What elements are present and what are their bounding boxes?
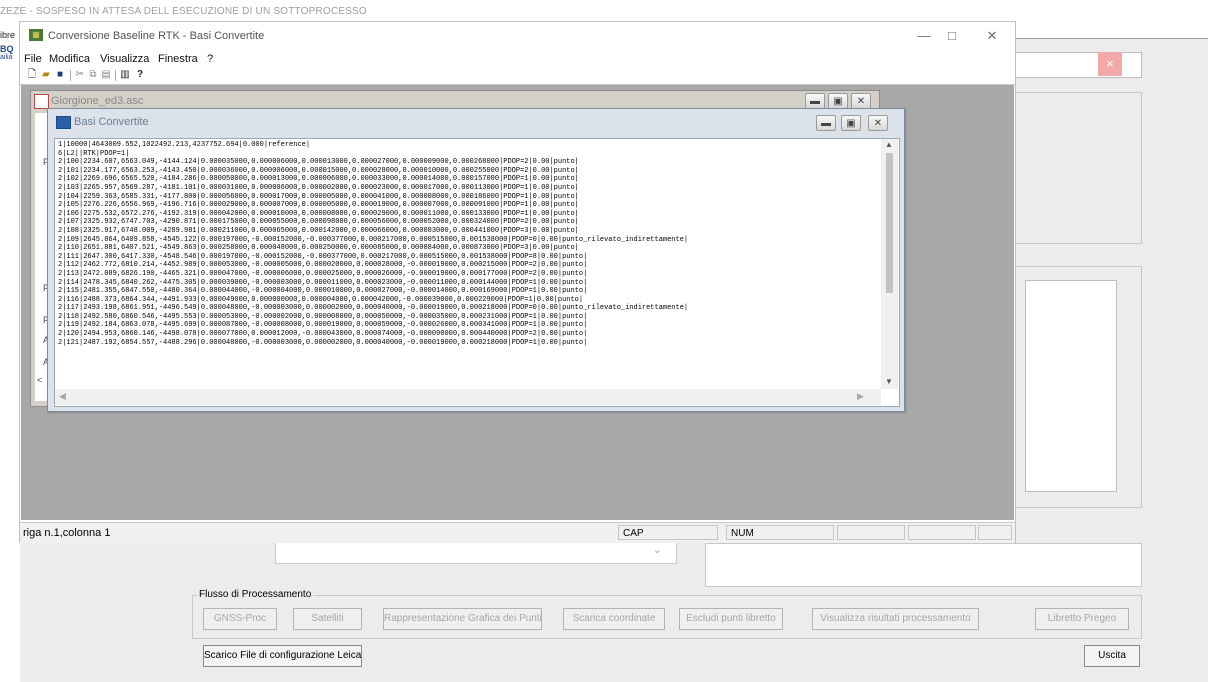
basi-title: Basi Convertite <box>74 116 149 128</box>
text-line: 2|103|2265.957,6569.287,-4181.101|0.0000… <box>58 183 579 192</box>
close-icon[interactable]: ✕ <box>851 93 871 109</box>
background-search-field[interactable] <box>1015 52 1142 78</box>
scroll-down-icon[interactable]: ▼ <box>885 377 893 386</box>
status-pane <box>908 525 976 540</box>
window-title: Conversione Baseline RTK - Basi Converti… <box>48 30 265 42</box>
uscita-button[interactable]: Uscita <box>1084 645 1140 667</box>
scroll-right-icon[interactable]: ▶ <box>857 391 864 402</box>
background-frame-line <box>1015 38 1208 39</box>
maximize-icon[interactable]: ▣ <box>841 115 861 131</box>
main-titlebar[interactable]: ▦ Conversione Baseline RTK - Basi Conver… <box>20 22 1015 50</box>
minimize-icon[interactable]: ▬ <box>805 93 825 109</box>
toolbar: 🗋 ▰ ■ ✂ ⧉ ▤ ▥ ? <box>20 67 1015 85</box>
visualizza-risultati-button[interactable]: Visualizza risultati processamento <box>812 608 979 630</box>
background-right-panel <box>1015 92 1142 244</box>
text-line: 2|105|2276.226,6556.969,-4196.716|0.0000… <box>58 201 579 210</box>
text-line: 2|116|2488.373,6864.344,-4491.933|0.0000… <box>58 295 584 304</box>
text-line: 2|117|2493.198,6861.951,-4496.549|0.0000… <box>58 304 689 313</box>
print-icon[interactable]: ▥ <box>119 69 131 81</box>
scroll-left-icon[interactable]: ◀ <box>59 391 66 402</box>
close-icon[interactable]: ✕ <box>868 115 888 131</box>
libretto-pregeo-button[interactable]: Libretto Pregeo <box>1035 608 1129 630</box>
basi-convertite-window: Basi Convertite ▬ ▣ ✕ 1|10000|4643009.55… <box>47 108 905 412</box>
text-line: 2|101|2234.177,6563.253,-4143.450|0.0000… <box>58 166 579 175</box>
copy-icon[interactable]: ⧉ <box>87 69 99 81</box>
document-icon <box>34 94 49 109</box>
menu-help[interactable]: ? <box>207 53 213 65</box>
text-line: 2|121|2487.192,6854.557,-4488.296|0.0000… <box>58 338 588 347</box>
processing-flow-label: Flusso di Processamento <box>197 589 314 600</box>
text-lines: 1|10000|4643009.552,1022492.213,4237752.… <box>58 141 878 347</box>
minimize-icon[interactable]: — <box>914 28 934 44</box>
menu-bar: File Modifica Visualizza Finestra ? <box>20 50 1015 67</box>
text-line: 2|111|2647.300,6417.330,-4548.546|0.0001… <box>58 252 588 261</box>
save-icon[interactable]: ■ <box>54 69 66 81</box>
menu-visualizza[interactable]: Visualizza <box>100 53 149 65</box>
text-line: 6|L2||RTK|PDOP=1| <box>58 149 130 158</box>
text-line: 2|109|2645.864,6409.858,-4545.122|0.0001… <box>58 235 689 244</box>
text-line: 2|107|2325.932,6747.703,-4290.871|0.0001… <box>58 218 579 227</box>
text-line: 2|120|2494.953,6860.146,-4498.078|0.0000… <box>58 330 588 339</box>
maximize-icon[interactable]: ▣ <box>828 93 848 109</box>
text-line: 2|115|2481.355,6847.550,-4480.364|0.0000… <box>58 287 588 296</box>
text-line: 2|119|2492.184,6863.078,-4495.699|0.0000… <box>58 321 588 330</box>
background-left-strip: ibre BQ ailia <box>0 30 20 530</box>
text-line: 2|118|2492.580,6860.546,-4495.553|0.0000… <box>58 312 588 321</box>
basi-text-area[interactable]: 1|10000|4643009.552,1022492.213,4237752.… <box>54 138 900 407</box>
background-right-listbox[interactable] <box>1025 280 1117 492</box>
resize-grip[interactable] <box>978 525 1012 540</box>
text-line: 2|114|2478.345,6840.262,-4475.305|0.0000… <box>58 278 588 287</box>
left-label: ibre <box>0 30 16 40</box>
text-line: 2|108|2325.917,6748.009,-4289.981|0.0002… <box>58 226 579 235</box>
window-icon <box>56 116 71 129</box>
escludi-punti-button[interactable]: Escludi punti libretto <box>679 608 783 630</box>
status-pane <box>837 525 905 540</box>
menu-finestra[interactable]: Finestra <box>158 53 198 65</box>
text-line: 2|100|2234.607,6563.049,-4144.124|0.0000… <box>58 158 579 167</box>
text-line: 2|102|2269.696,6565.520,-4184.286|0.0000… <box>58 175 579 184</box>
paste-icon[interactable]: ▤ <box>100 69 112 81</box>
status-bar: riga n.1,colonna 1 CAP NUM <box>20 522 1015 543</box>
minimize-icon[interactable]: ▬ <box>816 115 836 131</box>
giorgione-title: Giorgione_ed3.asc <box>51 95 144 107</box>
background-close-icon[interactable]: × <box>1098 52 1122 76</box>
new-file-icon[interactable]: 🗋 <box>26 69 38 81</box>
text-line: 1|10000|4643009.552,1022492.213,4237752.… <box>58 141 311 149</box>
background-window-title: ZEZE - SOSPESO IN ATTESA DELL ESECUZIONE… <box>0 6 367 17</box>
left-label: ailia <box>0 54 13 61</box>
toolbar-separator <box>70 70 71 81</box>
left-label: BQ <box>0 44 14 54</box>
horizontal-scrollbar[interactable]: ◀ ▶ <box>55 389 881 405</box>
background-text-area[interactable] <box>705 543 1142 587</box>
scarica-coordinate-button[interactable]: Scarica coordinate <box>563 608 665 630</box>
scarico-configurazione-leica-button[interactable]: Scarico File di configurazione Leica <box>203 645 362 667</box>
text-line: 2|113|2472.089,6826.190,-4465.321|0.0000… <box>58 269 588 278</box>
chevron-down-icon[interactable]: ⌄ <box>653 545 661 556</box>
menu-modifica[interactable]: Modifica <box>49 53 90 65</box>
menu-file[interactable]: File <box>24 53 42 65</box>
help-icon[interactable]: ? <box>134 69 146 81</box>
open-folder-icon[interactable]: ▰ <box>40 69 52 81</box>
text-line: 2|110|2651.881,6407.521,-4549.863|0.0002… <box>58 244 579 253</box>
close-icon[interactable]: ✕ <box>982 28 1002 44</box>
scroll-thumb[interactable] <box>886 153 893 293</box>
maximize-icon[interactable]: □ <box>942 28 962 44</box>
scroll-up-icon[interactable]: ▲ <box>885 140 893 149</box>
text-line: 2|104|2259.363,6585.331,-4177.800|0.0000… <box>58 192 579 201</box>
scroll-left-icon[interactable]: < <box>37 375 42 385</box>
status-position: riga n.1,colonna 1 <box>23 527 111 539</box>
vertical-scrollbar[interactable]: ▲ ▼ <box>881 139 898 389</box>
satelliti-button[interactable]: Satelliti <box>293 608 362 630</box>
status-num: NUM <box>726 525 834 540</box>
cut-icon[interactable]: ✂ <box>74 69 86 81</box>
app-icon: ▦ <box>29 29 43 41</box>
text-line: 2|106|2275.532,6572.276,-4192.319|0.0000… <box>58 209 579 218</box>
gnss-proc-button[interactable]: GNSS-Proc <box>203 608 277 630</box>
text-line: 2|112|2462.772,6810.214,-4452.989|0.0000… <box>58 261 588 270</box>
status-caps: CAP <box>618 525 718 540</box>
grafica-punti-button[interactable]: Rappresentazione Grafica dei Punti <box>383 608 542 630</box>
toolbar-separator <box>115 70 116 81</box>
